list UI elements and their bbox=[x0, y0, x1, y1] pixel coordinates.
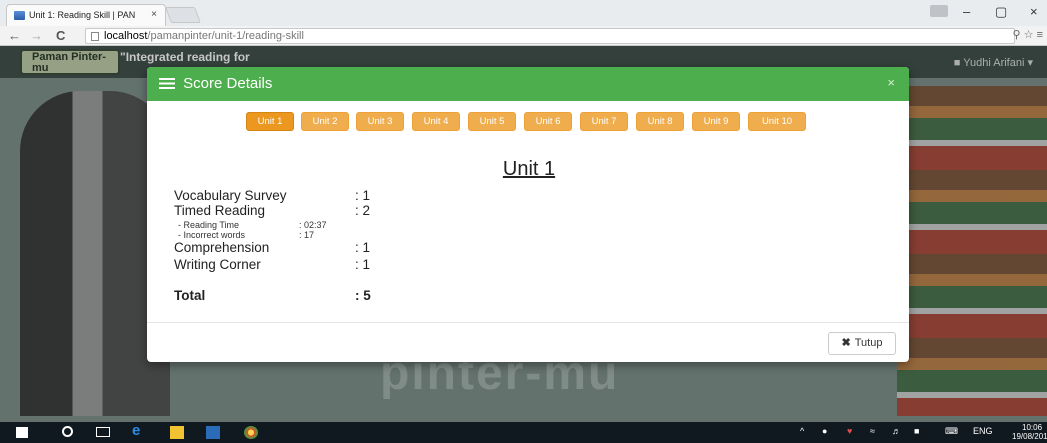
tab-unit-5[interactable]: Unit 5 bbox=[468, 112, 516, 131]
vocabulary-score: : 1 bbox=[355, 188, 371, 203]
incorrect-words-value: : 17 bbox=[299, 230, 315, 240]
score-details-modal: Score Details × Unit 1 Unit 2 Unit 3 Uni… bbox=[147, 67, 909, 362]
window-minimize-button[interactable]: – bbox=[963, 4, 970, 19]
reading-time-label: - Reading Time bbox=[178, 220, 240, 230]
reload-icon[interactable]: C bbox=[56, 28, 65, 43]
close-x-icon: ✖ bbox=[841, 337, 851, 349]
tutup-button[interactable]: ✖ Tutup bbox=[828, 332, 896, 355]
modal-close-icon[interactable]: × bbox=[887, 75, 895, 90]
page-favicon-icon bbox=[14, 11, 25, 20]
tab-unit-1[interactable]: Unit 1 bbox=[246, 112, 294, 131]
window-close-button[interactable]: × bbox=[1030, 4, 1038, 19]
url-path: /pamanpinter/unit-1/reading-skill bbox=[147, 30, 304, 42]
comprehension-label: Comprehension bbox=[174, 240, 270, 255]
windows-taskbar: e ^ ● ♥ ≈ ♬ ■ ⌨ ENG 10:06 19/08/2016 bbox=[0, 422, 1047, 443]
search-icon[interactable] bbox=[62, 426, 73, 437]
comprehension-score: : 1 bbox=[355, 240, 371, 255]
network-icon[interactable]: ≈ bbox=[870, 426, 875, 436]
clock-time: 10:06 bbox=[1022, 423, 1043, 432]
modal-header: Score Details × bbox=[147, 67, 909, 101]
store-icon[interactable] bbox=[206, 426, 220, 439]
browser-tab-strip: Unit 1: Reading Skill | PAN × – ▢ × bbox=[0, 0, 1047, 26]
tab-unit-3[interactable]: Unit 3 bbox=[356, 112, 404, 131]
window-profile-icon[interactable] bbox=[930, 5, 948, 17]
chrome-icon[interactable] bbox=[244, 426, 258, 439]
timed-reading-label: Timed Reading bbox=[174, 203, 266, 218]
edge-browser-icon[interactable]: e bbox=[132, 422, 146, 439]
tutup-label: Tutup bbox=[854, 337, 883, 349]
file-explorer-icon[interactable] bbox=[170, 426, 184, 439]
browser-toolbar: ← → C localhost/pamanpinter/unit-1/readi… bbox=[0, 26, 1047, 46]
tab-unit-7[interactable]: Unit 7 bbox=[580, 112, 628, 131]
tab-unit-9[interactable]: Unit 9 bbox=[692, 112, 740, 131]
modal-title: Score Details bbox=[183, 75, 273, 92]
tab-unit-6[interactable]: Unit 6 bbox=[524, 112, 572, 131]
page-viewport: Paman Pinter-mu "Integrated reading for … bbox=[0, 46, 1047, 422]
writing-corner-score: : 1 bbox=[355, 257, 371, 272]
system-clock[interactable]: 10:06 19/08/2016 bbox=[1012, 423, 1047, 441]
volume-icon[interactable]: ♬ bbox=[892, 426, 901, 436]
tray-security-icon[interactable]: ♥ bbox=[847, 426, 852, 436]
list-icon bbox=[159, 78, 175, 89]
notification-icon[interactable]: ■ bbox=[914, 426, 919, 436]
total-score: : 5 bbox=[355, 288, 371, 303]
address-bar[interactable]: localhost/pamanpinter/unit-1/reading-ski… bbox=[85, 28, 1015, 44]
tray-app-icon[interactable]: ● bbox=[822, 426, 827, 436]
writing-corner-label: Writing Corner bbox=[174, 257, 261, 272]
tray-chevron-icon[interactable]: ^ bbox=[800, 426, 804, 436]
modal-footer-divider bbox=[147, 322, 909, 323]
new-tab-button[interactable] bbox=[165, 7, 201, 23]
reading-time-value: : 02:37 bbox=[299, 220, 327, 230]
tab-unit-8[interactable]: Unit 8 bbox=[636, 112, 684, 131]
tab-unit-10[interactable]: Unit 10 bbox=[748, 112, 806, 131]
tab-close-icon[interactable]: × bbox=[151, 9, 157, 20]
browser-menu-icons[interactable]: ⚲ ☆ ≡ bbox=[1013, 28, 1043, 41]
unit-heading: Unit 1 bbox=[502, 158, 556, 180]
start-windows-icon[interactable] bbox=[16, 427, 28, 438]
page-info-icon[interactable] bbox=[91, 32, 99, 41]
tab-title: Unit 1: Reading Skill | PAN bbox=[29, 10, 136, 20]
url-host: localhost bbox=[104, 30, 148, 42]
browser-tab[interactable]: Unit 1: Reading Skill | PAN × bbox=[6, 4, 166, 26]
incorrect-words-label: - Incorrect words bbox=[178, 230, 246, 240]
task-view-icon[interactable] bbox=[96, 427, 110, 437]
clock-date: 19/08/2016 bbox=[1012, 432, 1047, 441]
forward-arrow-icon[interactable]: → bbox=[30, 28, 43, 43]
tab-unit-2[interactable]: Unit 2 bbox=[301, 112, 349, 131]
total-label: Total bbox=[174, 288, 206, 303]
timed-reading-score: : 2 bbox=[355, 203, 371, 218]
keyboard-icon[interactable]: ⌨ bbox=[945, 426, 958, 437]
language-indicator[interactable]: ENG bbox=[973, 426, 993, 436]
tab-unit-4[interactable]: Unit 4 bbox=[412, 112, 460, 131]
vocabulary-label: Vocabulary Survey bbox=[174, 188, 287, 203]
back-arrow-icon[interactable]: ← bbox=[8, 28, 21, 43]
window-maximize-button[interactable]: ▢ bbox=[995, 4, 1007, 20]
